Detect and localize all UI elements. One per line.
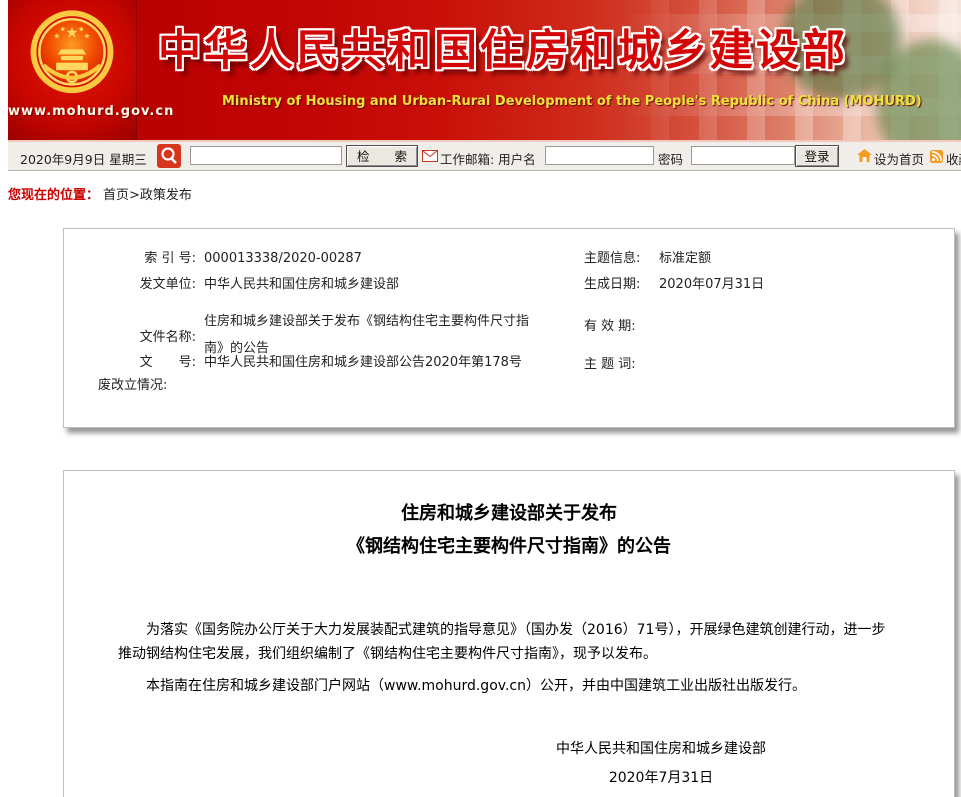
signature-block: 中华人民共和国住房和城乡建设部 2020年7月31日	[461, 735, 861, 793]
site-title: 中华人民共和国住房和城乡建设部	[158, 16, 848, 78]
meta-value: 中华人民共和国住房和城乡建设部公告2020年第178号	[204, 354, 522, 372]
svg-text:★: ★	[65, 24, 79, 42]
meta-label: 主题信息:	[584, 250, 652, 268]
meta-value: 2020年07月31日	[659, 276, 764, 294]
meta-label: 生成日期:	[584, 276, 652, 294]
meta-row-generation-date: 生成日期: 2020年07月31日	[584, 276, 764, 294]
announcement-paragraph: 为落实《国务院办公厅关于大力发展装配式建筑的指导意见》（国办发（2016）71号…	[118, 619, 890, 666]
top-toolbar: 2020年9月9日 星期三 检 索 工作邮箱: 用户名 密码 登录 设为首页	[8, 140, 961, 171]
meta-value: 标准定额	[659, 250, 711, 268]
rss-icon	[930, 150, 943, 163]
meta-label: 有 效 期:	[584, 318, 652, 336]
mohurd-page: ★ ★ ★ ★ ★ www.mohurd.gov.cn 中华人民共和国住房和城乡…	[0, 0, 961, 797]
announcement-body: 为落实《国务院办公厅关于大力发展装配式建筑的指导意见》（国办发（2016）71号…	[118, 619, 890, 708]
meta-value: 中华人民共和国住房和城乡建设部	[204, 276, 399, 294]
meta-label: 文件名称:	[98, 329, 196, 347]
password-label: 密码	[658, 149, 683, 168]
announcement-title-line2: 《钢结构住宅主要构件尺寸指南》的公告	[64, 530, 954, 563]
announcement-paragraph: 本指南在住房和城乡建设部门户网站（www.mohurd.gov.cn）公开，并由…	[118, 675, 890, 699]
meta-label: 索 引 号:	[98, 250, 196, 268]
home-icon	[857, 149, 872, 162]
site-subtitle-en: Ministry of Housing and Urban-Rural Deve…	[222, 94, 922, 109]
site-banner: ★ ★ ★ ★ ★ www.mohurd.gov.cn 中华人民共和国住房和城乡…	[8, 0, 961, 140]
password-input[interactable]	[691, 146, 795, 165]
current-date: 2020年9月9日 星期三	[20, 149, 147, 168]
signature-org: 中华人民共和国住房和城乡建设部	[461, 735, 861, 764]
breadcrumb-path[interactable]: 首页>政策发布	[103, 188, 192, 203]
meta-row-keywords: 主 题 词:	[584, 356, 659, 374]
meta-row-validity-period: 有 效 期:	[584, 318, 659, 336]
favorites-link[interactable]: 收藏	[946, 149, 961, 168]
svg-text:★: ★	[59, 25, 66, 34]
set-home-link[interactable]: 设为首页	[874, 149, 924, 168]
meta-row-index-number: 索 引 号: 000013338/2020-00287	[98, 250, 362, 268]
meta-label: 废改立情况:	[98, 377, 167, 395]
meta-row-topic-info: 主题信息: 标准定额	[584, 250, 711, 268]
meta-value: 000013338/2020-00287	[204, 250, 362, 268]
logo-block[interactable]: ★ ★ ★ ★ ★ www.mohurd.gov.cn	[8, 0, 137, 140]
meta-row-document-number: 文 号: 中华人民共和国住房和城乡建设部公告2020年第178号	[98, 354, 522, 372]
mail-icon	[422, 150, 438, 162]
meta-label: 文 号:	[98, 354, 196, 372]
announcement-title: 住房和城乡建设部关于发布 《钢结构住宅主要构件尺寸指南》的公告	[64, 497, 954, 563]
breadcrumb: 您现在的位置： 首页>政策发布	[8, 184, 192, 203]
national-emblem-icon: ★ ★ ★ ★ ★	[30, 10, 114, 102]
mailbox-username-label: 工作邮箱: 用户名	[440, 149, 536, 168]
meta-row-repeal-status: 废改立情况:	[98, 377, 175, 395]
search-input[interactable]	[190, 146, 342, 165]
search-icon[interactable]	[157, 144, 181, 168]
meta-row-issuing-unit: 发文单位: 中华人民共和国住房和城乡建设部	[98, 276, 399, 294]
announcement-title-line1: 住房和城乡建设部关于发布	[64, 497, 954, 530]
meta-label: 主 题 词:	[584, 356, 652, 374]
svg-text:★: ★	[84, 31, 91, 40]
breadcrumb-prefix: 您现在的位置：	[8, 188, 99, 203]
site-url[interactable]: www.mohurd.gov.cn	[8, 104, 136, 119]
svg-text:★: ★	[78, 25, 85, 34]
meta-label: 发文单位:	[98, 276, 196, 294]
search-button[interactable]: 检 索	[346, 145, 418, 167]
login-button[interactable]: 登录	[795, 145, 839, 167]
signature-date: 2020年7月31日	[461, 764, 861, 793]
announcement-panel: 住房和城乡建设部关于发布 《钢结构住宅主要构件尺寸指南》的公告 为落实《国务院办…	[63, 470, 955, 797]
username-input[interactable]	[545, 146, 654, 165]
document-info-panel: 索 引 号: 000013338/2020-00287 发文单位: 中华人民共和…	[63, 228, 955, 428]
